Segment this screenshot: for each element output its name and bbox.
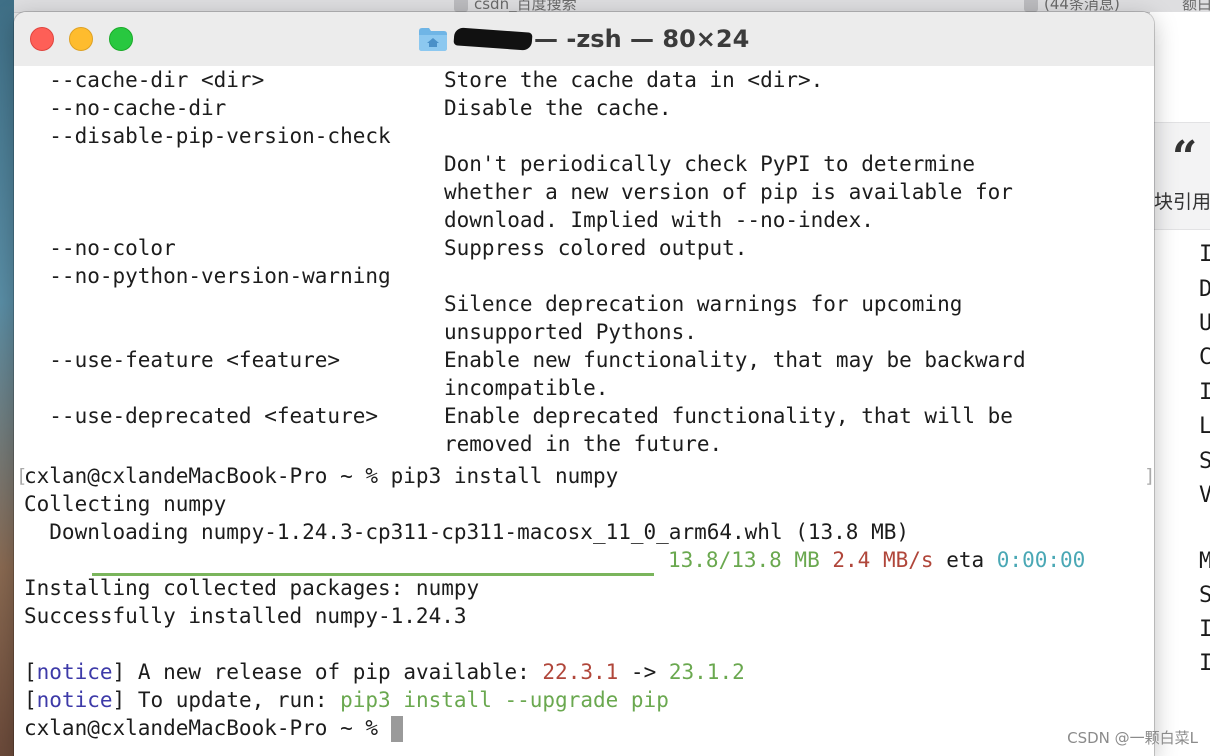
background-text-letter: S	[1199, 449, 1210, 474]
option-description: Suppress colored output.	[444, 236, 748, 260]
csdn-watermark: CSDN @一颗白菜L	[1067, 729, 1198, 747]
collecting-line: Collecting numpy	[24, 492, 227, 516]
download-size: 13.8/13.8 MB	[668, 548, 820, 572]
option-description: incompatible.	[444, 376, 609, 400]
option-description: Disable the cache.	[444, 96, 672, 120]
terminal-window[interactable]: — -zsh — 80×24 [ cxlan@cxlandeMacBook-Pr…	[14, 12, 1154, 756]
close-button[interactable]	[30, 27, 54, 51]
background-text-letter: I	[1199, 651, 1210, 676]
screen: csdn_百度搜索 (44条消息) 额白 “ 块引用 IDUCILSVMSII …	[0, 0, 1210, 756]
downloading-line: Downloading numpy-1.24.3-cp311-cp311-mac…	[24, 520, 910, 544]
option-flag: --use-feature <feature>	[24, 348, 341, 372]
terminal-output[interactable]: [ cxlan@cxlandeMacBook-Pro ~ % pip3 inst…	[14, 66, 1154, 756]
option-description: Don't periodically check PyPI to determi…	[444, 152, 976, 176]
download-speed: 2.4 MB/s	[832, 548, 934, 572]
home-folder-icon	[419, 28, 447, 51]
option-flag: --no-cache-dir	[24, 96, 227, 120]
background-text-letter: L	[1199, 414, 1210, 439]
option-description: Enable deprecated functionality, that wi…	[444, 404, 1013, 428]
notice-release-text: A new release of pip available:	[137, 660, 530, 684]
background-text-letter: D	[1199, 277, 1210, 302]
option-description: whether a new version of pip is availabl…	[444, 180, 1013, 204]
minimize-button[interactable]	[69, 27, 93, 51]
option-description: unsupported Pythons.	[444, 320, 697, 344]
success-line: Successfully installed numpy-1.24.3	[24, 604, 467, 628]
background-text-letter: I	[1199, 380, 1210, 405]
final-prompt-line[interactable]: cxlan@cxlandeMacBook-Pro ~ %	[24, 714, 403, 742]
version-arrow: ->	[630, 660, 657, 684]
option-flag: --no-color	[24, 236, 176, 260]
background-text-letter: S	[1199, 583, 1210, 608]
background-text-letter: M	[1199, 549, 1210, 574]
notice-release-line: [notice] A new release of pip available:…	[24, 660, 745, 684]
notice-tag: notice	[36, 660, 113, 684]
option-description: Silence deprecation warnings for upcomin…	[444, 292, 963, 316]
option-flag: --disable-pip-version-check	[24, 124, 391, 148]
background-text-letter: C	[1199, 345, 1210, 370]
window-title-text: — -zsh — 80×24	[534, 25, 750, 53]
background-text-letter: I	[1199, 242, 1210, 267]
blockquote-icon[interactable]: “	[1172, 132, 1197, 183]
mark-bracket-right: ]	[1144, 462, 1154, 490]
window-title: — -zsh — 80×24	[418, 22, 749, 56]
option-description: download. Implied with --no-index.	[444, 208, 874, 232]
background-text-letter: V	[1199, 483, 1210, 508]
background-text-letter: I	[1199, 617, 1210, 642]
background-text-letter: U	[1199, 311, 1210, 336]
option-flag: --cache-dir <dir>	[24, 68, 265, 92]
blockquote-label: 块引用	[1154, 191, 1210, 213]
option-description: Enable new functionality, that may be ba…	[444, 348, 1026, 372]
redacted-username	[453, 27, 533, 51]
zoom-button[interactable]	[109, 27, 133, 51]
download-stats: 13.8/13.8 MB 2.4 MB/s eta 0:00:00	[668, 546, 1085, 574]
final-prompt: cxlan@cxlandeMacBook-Pro ~ %	[24, 716, 391, 740]
option-description: Store the cache data in <dir>.	[444, 68, 824, 92]
text-cursor	[390, 716, 403, 742]
notice-tag: notice	[36, 688, 113, 712]
installing-line: Installing collected packages: numpy	[24, 576, 480, 600]
prompt-command-line: cxlan@cxlandeMacBook-Pro ~ % pip3 instal…	[24, 464, 619, 488]
option-flag: --use-deprecated <feature>	[24, 404, 379, 428]
upgrade-command: pip3 install --upgrade pip	[340, 688, 669, 712]
desktop-wallpaper	[0, 0, 14, 756]
pip-old-version: 22.3.1	[542, 660, 619, 684]
terminal-titlebar[interactable]: — -zsh — 80×24	[14, 12, 1154, 67]
tab-favicon-icon	[454, 0, 468, 12]
eta-value: 0:00:00	[996, 548, 1086, 572]
notice-update-line: [notice] To update, run: pip3 install --…	[24, 688, 669, 712]
option-flag: --no-python-version-warning	[24, 264, 391, 288]
notice-update-text: To update, run:	[137, 688, 328, 712]
option-description: removed in the future.	[444, 432, 723, 456]
tab-favicon-icon	[1024, 0, 1038, 12]
pip-new-version: 23.1.2	[668, 660, 745, 684]
eta-label: eta	[946, 548, 985, 572]
